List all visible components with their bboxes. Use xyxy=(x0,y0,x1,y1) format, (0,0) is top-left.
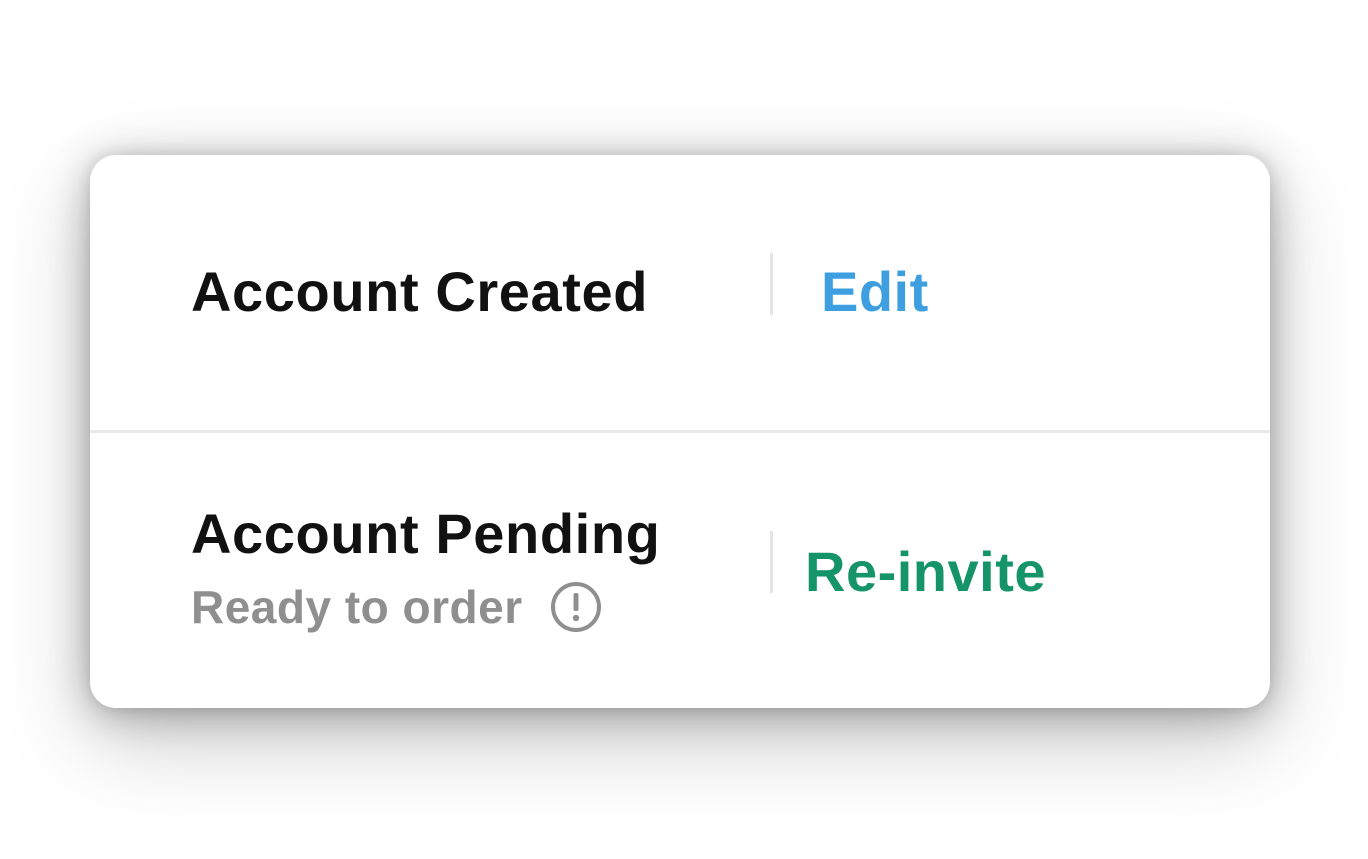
account-status-card: Account Created Edit Account Pending Rea… xyxy=(90,155,1270,708)
account-created-label: Account Created xyxy=(191,260,649,323)
reinvite-button[interactable]: Re-invite xyxy=(805,539,1046,604)
account-pending-label: Account Pending xyxy=(191,502,661,565)
edit-button[interactable]: Edit xyxy=(821,259,929,324)
action-separator xyxy=(770,531,773,593)
ready-to-order-status: Ready to order xyxy=(191,580,603,634)
exclamation-circle-icon[interactable] xyxy=(549,580,603,634)
action-separator xyxy=(770,253,773,315)
account-created-row: Account Created Edit xyxy=(90,155,1270,430)
account-pending-row: Account Pending Ready to order Re-invite xyxy=(90,433,1270,708)
ready-to-order-label: Ready to order xyxy=(191,581,523,633)
